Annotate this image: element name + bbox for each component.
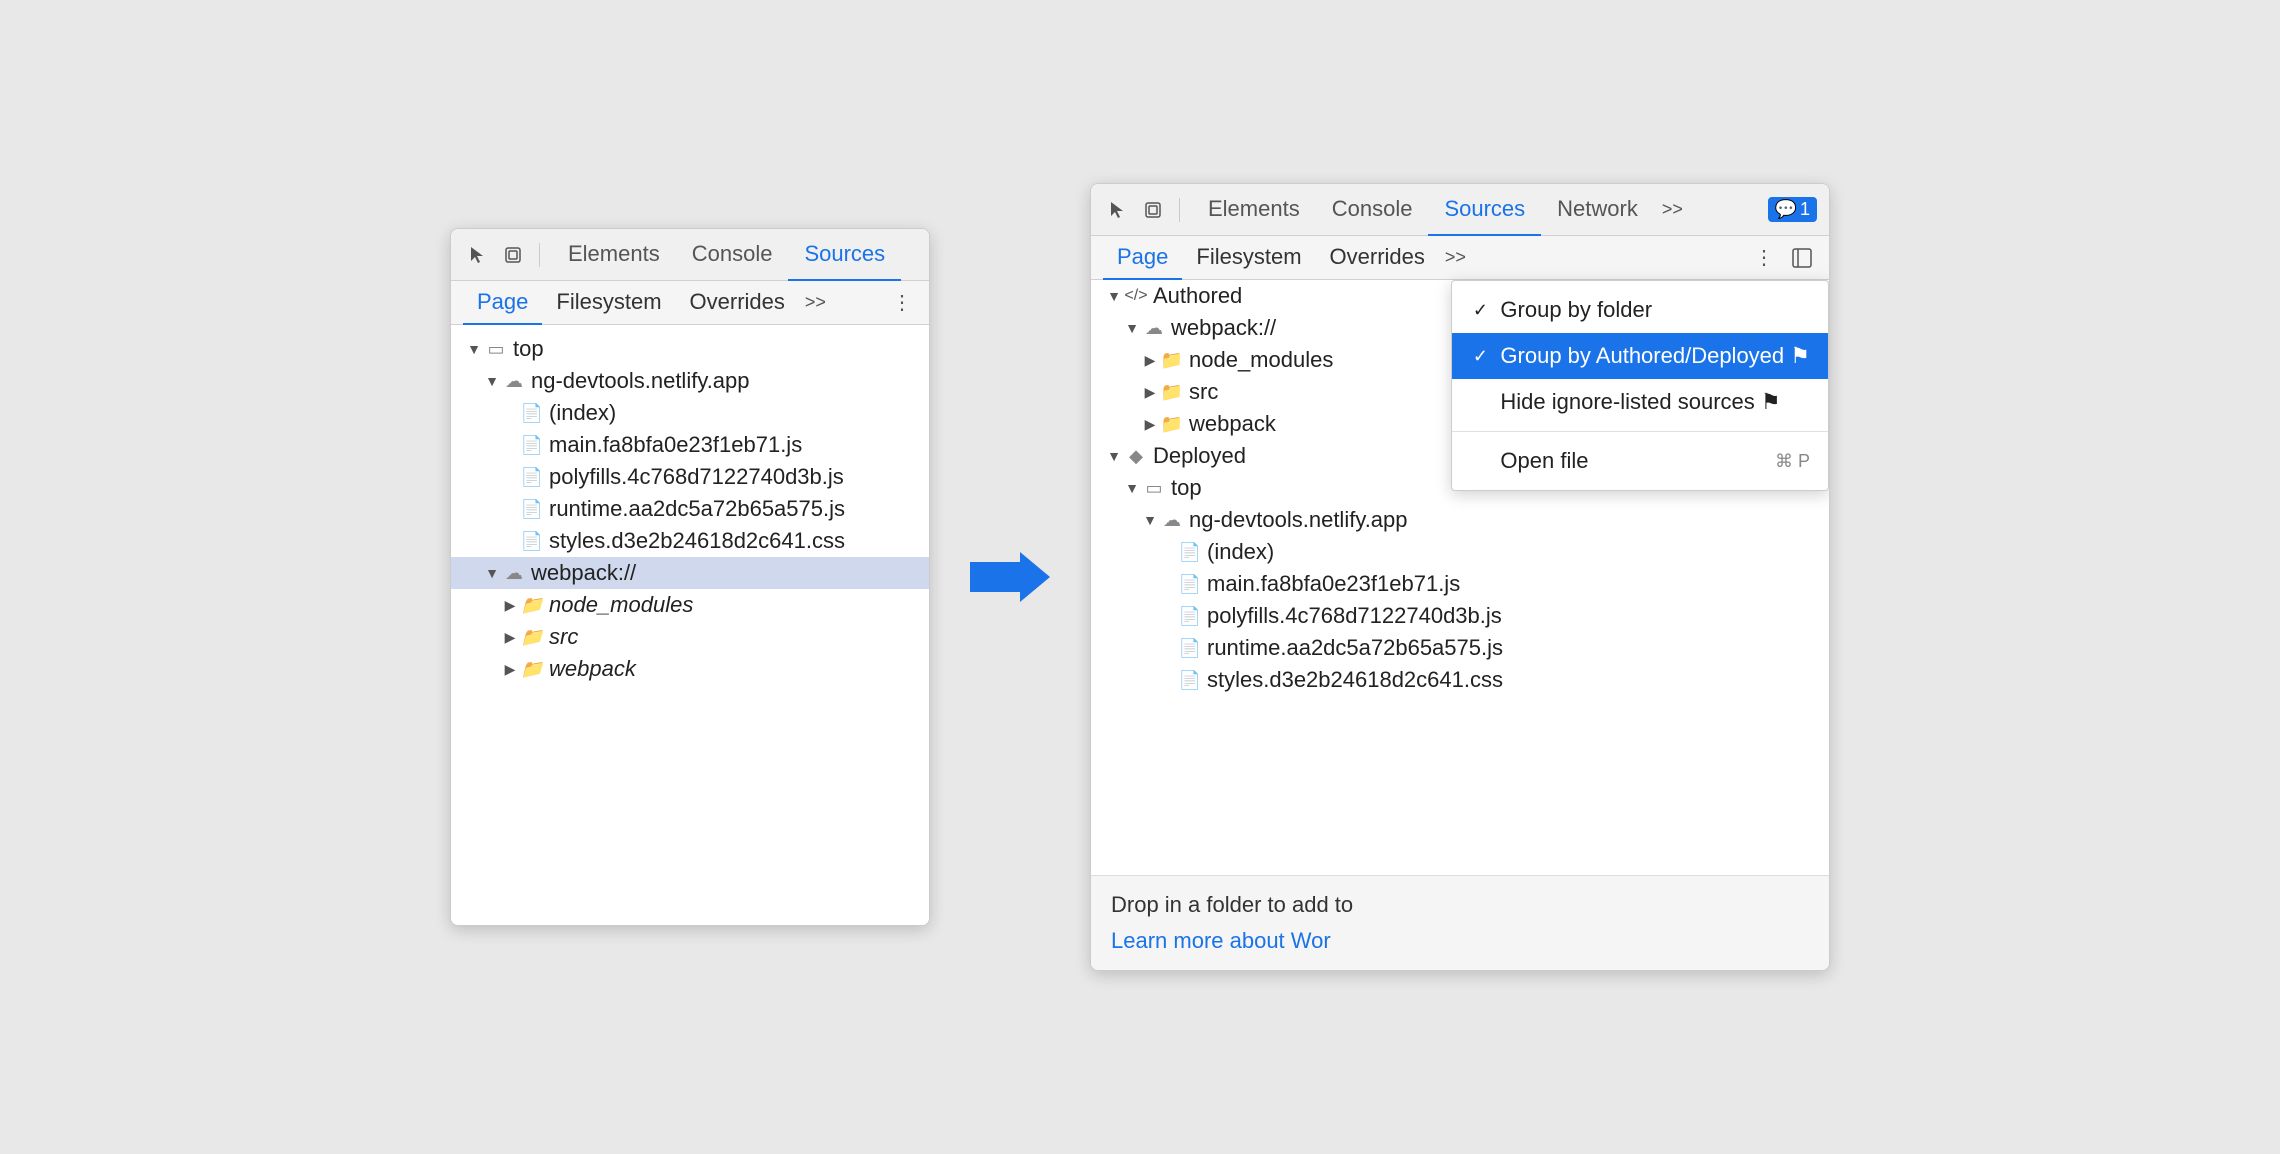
sub-tab-overflow[interactable]: >>	[799, 292, 832, 313]
sub-tab-overrides[interactable]: Overrides	[676, 281, 799, 325]
tree-item[interactable]: ▼☁ng-devtools.netlify.app	[451, 365, 929, 397]
arrow-right	[970, 547, 1050, 607]
sub-tab-page[interactable]: Page	[463, 281, 542, 325]
right-sub-tab-overflow[interactable]: >>	[1439, 247, 1472, 268]
tree-item[interactable]: ▼▭top	[451, 333, 929, 365]
tree-item[interactable]: 📄main.fa8bfa0e23f1eb71.js	[451, 429, 929, 461]
tab-console[interactable]: Console	[676, 229, 789, 281]
right-tab-network[interactable]: Network	[1541, 184, 1654, 236]
right-cursor-icon[interactable]	[1103, 196, 1131, 224]
tree-item[interactable]: 📄polyfills.4c768d7122740d3b.js	[451, 461, 929, 493]
right-devtools-panel: Elements Console Sources Network >> 💬 1 …	[1090, 183, 1830, 971]
right-toolbar: Elements Console Sources Network >> 💬 1	[1091, 184, 1829, 236]
tree-item[interactable]: 📄styles.d3e2b24618d2c641.css	[451, 525, 929, 557]
main-container: Elements Console Sources Page Filesystem…	[450, 183, 1830, 971]
dropdown-item-open-file[interactable]: Open file⌘ P	[1452, 438, 1828, 484]
filesystem-section: Drop in a folder to add to Learn more ab…	[1091, 875, 1829, 970]
dropdown-item-hide-ignore[interactable]: Hide ignore-listed sources ⚑	[1452, 379, 1828, 425]
right-sub-toolbar: Page Filesystem Overrides >> ⋮ ✓Group by…	[1091, 236, 1829, 280]
tree-item[interactable]: 📄polyfills.4c768d7122740d3b.js	[1091, 600, 1829, 632]
right-sub-tab-page[interactable]: Page	[1103, 236, 1182, 280]
filesystem-learn-more-link[interactable]: Learn more about Wor	[1111, 928, 1809, 954]
right-tab-console[interactable]: Console	[1316, 184, 1429, 236]
tab-elements[interactable]: Elements	[552, 229, 676, 281]
left-devtools-panel: Elements Console Sources Page Filesystem…	[450, 228, 930, 926]
filesystem-drop-text: Drop in a folder to add to	[1111, 892, 1809, 918]
tab-bar: Elements Console Sources	[552, 229, 917, 281]
right-tab-bar: Elements Console Sources Network >>	[1192, 184, 1760, 236]
right-toolbar-divider	[1179, 198, 1180, 222]
dropdown-menu: ✓Group by folder✓Group by Authored/Deplo…	[1451, 280, 1829, 491]
tree-item[interactable]: ▼☁webpack://	[451, 557, 929, 589]
tree-item[interactable]: 📄(index)	[1091, 536, 1829, 568]
right-layers-icon[interactable]	[1139, 196, 1167, 224]
right-sub-tab-overrides[interactable]: Overrides	[1316, 236, 1439, 280]
right-tab-overflow[interactable]: >>	[1654, 199, 1691, 220]
right-sub-toolbar-actions: ⋮	[1749, 243, 1817, 273]
tree-item[interactable]: 📄main.fa8bfa0e23f1eb71.js	[1091, 568, 1829, 600]
cursor-icon[interactable]	[463, 241, 491, 269]
sub-tab-filesystem[interactable]: Filesystem	[542, 281, 675, 325]
tree-item[interactable]: ▶📁node_modules	[451, 589, 929, 621]
more-options-button[interactable]: ⋮	[887, 288, 917, 318]
left-file-tree: ▼▭top▼☁ng-devtools.netlify.app📄(index)📄m…	[451, 325, 929, 925]
right-more-options-button[interactable]: ⋮	[1749, 243, 1779, 273]
layers-icon[interactable]	[499, 241, 527, 269]
tree-item[interactable]: 📄(index)	[451, 397, 929, 429]
right-tab-sources[interactable]: Sources	[1428, 184, 1541, 236]
dropdown-item-group-folder[interactable]: ✓Group by folder	[1452, 287, 1828, 333]
tab-sources[interactable]: Sources	[788, 229, 901, 281]
dropdown-divider	[1452, 431, 1828, 432]
right-tab-elements[interactable]: Elements	[1192, 184, 1316, 236]
tree-item[interactable]: 📄styles.d3e2b24618d2c641.css	[1091, 664, 1829, 696]
right-sub-tab-filesystem[interactable]: Filesystem	[1182, 236, 1315, 280]
tree-item[interactable]: 📄runtime.aa2dc5a72b65a575.js	[1091, 632, 1829, 664]
dropdown-item-group-authored[interactable]: ✓Group by Authored/Deployed ⚑	[1452, 333, 1828, 379]
sidebar-toggle-button[interactable]	[1787, 243, 1817, 273]
right-toolbar-right: 💬 1	[1768, 197, 1817, 222]
left-toolbar: Elements Console Sources	[451, 229, 929, 281]
sub-toolbar-actions: ⋮	[887, 288, 917, 318]
tree-item[interactable]: ▶📁webpack	[451, 653, 929, 685]
toolbar-divider	[539, 243, 540, 267]
notification-badge[interactable]: 💬 1	[1768, 197, 1817, 222]
tree-item[interactable]: ▶📁src	[451, 621, 929, 653]
left-sub-toolbar: Page Filesystem Overrides >> ⋮	[451, 281, 929, 325]
tree-item[interactable]: 📄runtime.aa2dc5a72b65a575.js	[451, 493, 929, 525]
tree-item[interactable]: ▼☁ng-devtools.netlify.app	[1091, 504, 1829, 536]
